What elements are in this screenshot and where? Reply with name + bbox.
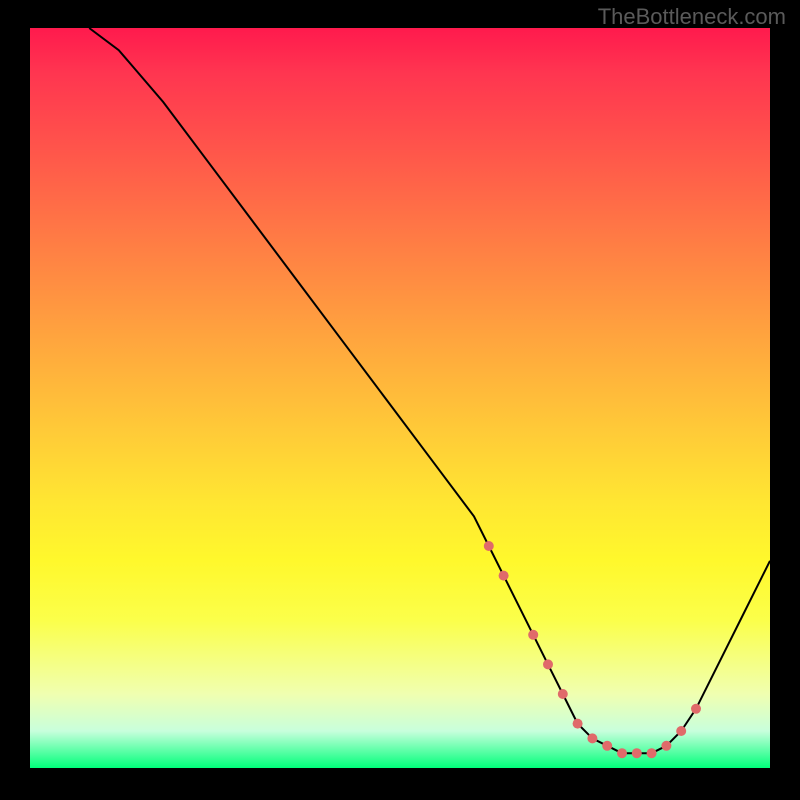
curve-line (89, 28, 770, 753)
chart-plot-area (30, 28, 770, 768)
marker-dot (676, 726, 686, 736)
marker-dot (558, 689, 568, 699)
marker-dot (647, 748, 657, 758)
watermark-text: TheBottleneck.com (598, 4, 786, 30)
marker-dot (691, 704, 701, 714)
marker-dot (499, 571, 509, 581)
marker-dot (587, 733, 597, 743)
marker-dot (632, 748, 642, 758)
chart-svg (30, 28, 770, 768)
marker-dot (484, 541, 494, 551)
marker-dot (543, 659, 553, 669)
marker-dot (661, 741, 671, 751)
marker-dot (573, 719, 583, 729)
marker-dot (617, 748, 627, 758)
marker-dots (484, 541, 701, 758)
marker-dot (528, 630, 538, 640)
marker-dot (602, 741, 612, 751)
